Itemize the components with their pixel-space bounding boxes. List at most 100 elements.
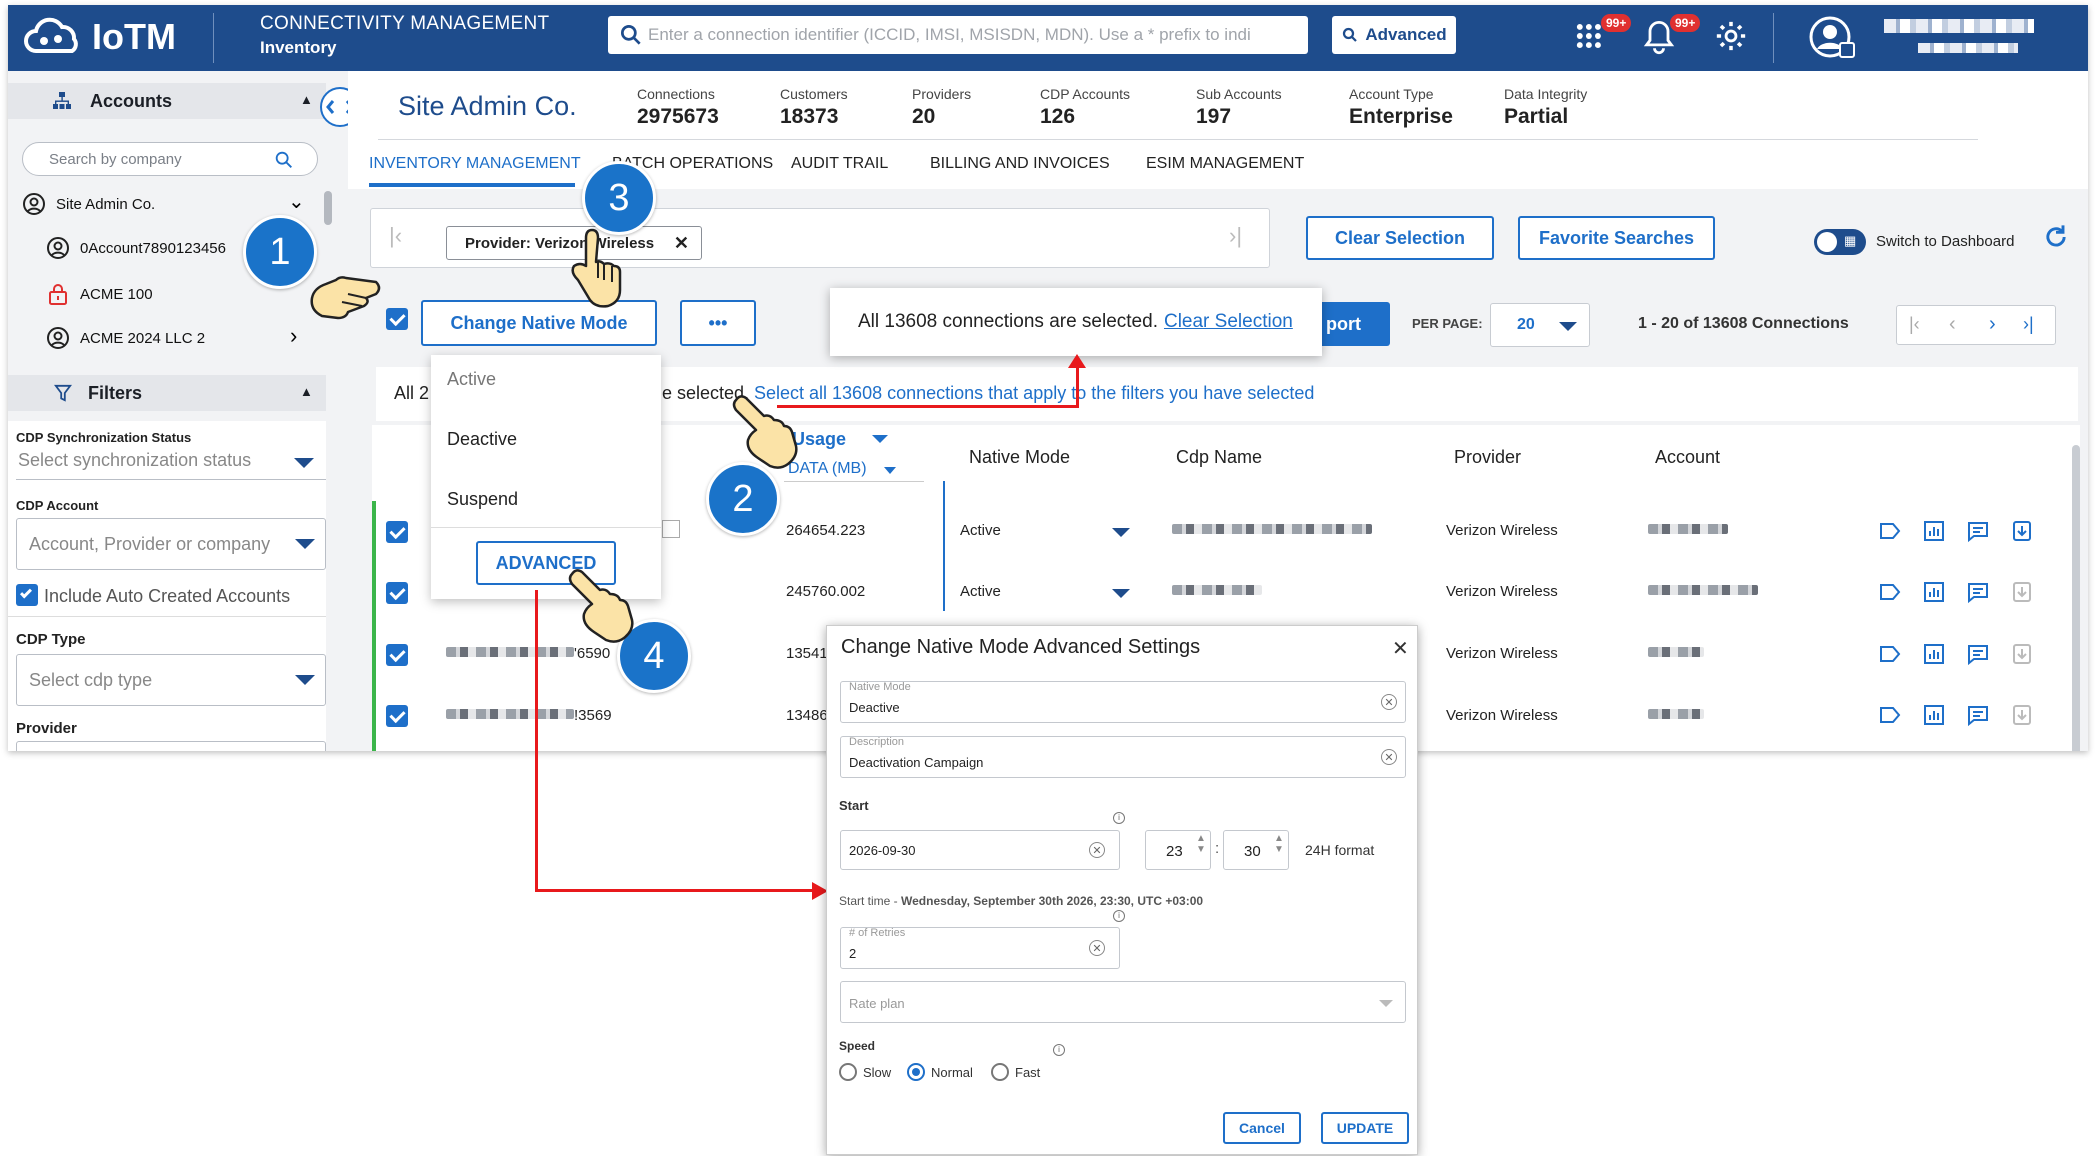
include-auto-checkbox[interactable] <box>16 584 38 606</box>
native-mode-cell[interactable]: Active <box>960 583 1001 600</box>
download-icon[interactable] <box>2010 519 2034 543</box>
hour-stepper[interactable]: 23 ▲ ▼ <box>1145 830 1211 870</box>
menu-item-suspend[interactable]: Suspend <box>447 489 518 510</box>
clear-icon[interactable]: ✕ <box>1089 842 1105 858</box>
close-icon[interactable]: ✕ <box>674 233 689 254</box>
sync-status-select[interactable]: Select synchronization status <box>16 450 326 480</box>
row-checkbox[interactable] <box>386 705 408 727</box>
info-icon[interactable]: i <box>1113 910 1125 922</box>
tab-esim-management[interactable]: ESIM MANAGEMENT <box>1146 155 1304 173</box>
download-icon[interactable] <box>2010 580 2034 604</box>
caret-down-icon[interactable] <box>1112 528 1130 537</box>
row-checkbox[interactable] <box>386 582 408 604</box>
column-native-mode[interactable]: Native Mode <box>969 447 1070 468</box>
close-icon[interactable]: ✕ <box>1392 636 1409 661</box>
tab-billing-invoices[interactable]: BILLING AND INVOICES <box>930 155 1110 173</box>
retries-field[interactable]: # of Retries 2 ✕ <box>840 927 1120 969</box>
advanced-search-button[interactable]: Advanced <box>1332 16 1456 54</box>
menu-item-deactive[interactable]: Deactive <box>447 429 517 450</box>
caret-down-icon[interactable] <box>1112 589 1130 598</box>
account-item-site-admin[interactable]: Site Admin Co. <box>22 192 155 216</box>
chevron-right-icon[interactable]: › <box>290 323 297 349</box>
clear-icon[interactable]: ✕ <box>1381 749 1397 765</box>
last-page-icon[interactable]: ›| <box>2023 314 2034 335</box>
description-field[interactable]: Description Deactivation Campaign ✕ <box>840 736 1406 778</box>
chart-icon[interactable] <box>1922 519 1946 543</box>
account-item-0account[interactable]: 0Account7890123456 <box>46 236 226 260</box>
copy-icon[interactable] <box>662 520 680 538</box>
account-item-acme-100[interactable]: ACME 100 <box>46 282 153 306</box>
clear-selection-button[interactable]: Clear Selection <box>1306 216 1494 260</box>
select-all-checkbox[interactable] <box>386 308 408 330</box>
collapse-up-icon[interactable]: ▲ <box>300 384 313 399</box>
per-page-select[interactable]: 20 <box>1490 303 1590 347</box>
info-icon[interactable]: i <box>1113 812 1125 824</box>
cdp-type-select[interactable]: Select cdp type <box>16 654 326 706</box>
message-icon[interactable] <box>1966 580 1990 604</box>
download-icon[interactable] <box>2010 642 2034 666</box>
cdp-account-select[interactable]: Account, Provider or company <box>16 518 326 570</box>
tag-icon[interactable] <box>1878 642 1902 666</box>
provider-select[interactable] <box>16 741 326 751</box>
dashboard-toggle[interactable]: ▦ <box>1814 229 1866 255</box>
company-search-input[interactable]: Search by company <box>22 142 318 176</box>
rate-plan-select[interactable]: Rate plan <box>840 981 1406 1023</box>
last-page-icon[interactable]: ›| <box>1229 223 1242 249</box>
collapse-up-icon[interactable]: ▲ <box>300 92 313 107</box>
account-item-acme-2024[interactable]: ACME 2024 LLC 2 <box>46 326 205 350</box>
row-checkbox[interactable] <box>386 521 408 543</box>
column-resize-handle[interactable] <box>943 481 945 611</box>
more-actions-button[interactable]: ••• <box>680 300 756 346</box>
tag-icon[interactable] <box>1878 703 1902 727</box>
stepper-icon[interactable]: ▲ ▼ <box>1196 833 1206 855</box>
start-date-field[interactable]: 2026-09-30 ✕ <box>840 830 1120 870</box>
cancel-button[interactable]: Cancel <box>1223 1112 1301 1144</box>
first-page-icon[interactable]: |‹ <box>1909 314 1920 335</box>
speed-normal-radio[interactable] <box>907 1063 925 1081</box>
refresh-icon[interactable] <box>2042 223 2070 251</box>
gear-icon[interactable] <box>1714 19 1750 55</box>
tab-audit-trail[interactable]: AUDIT TRAIL <box>791 155 888 173</box>
download-icon[interactable] <box>2010 703 2034 727</box>
connection-search-input[interactable]: Enter a connection identifier (ICCID, IM… <box>608 16 1308 54</box>
clear-icon[interactable]: ✕ <box>1089 940 1105 956</box>
minute-stepper[interactable]: 30 ▲ ▼ <box>1223 830 1289 870</box>
native-mode-cell[interactable]: Active <box>960 522 1001 539</box>
menu-item-active[interactable]: Active <box>447 369 496 390</box>
user-avatar-icon[interactable] <box>1808 13 1858 63</box>
chart-icon[interactable] <box>1922 580 1946 604</box>
caret-down-icon[interactable] <box>884 467 896 474</box>
column-account[interactable]: Account <box>1655 447 1720 468</box>
chart-icon[interactable] <box>1922 703 1946 727</box>
sidebar-scrollbar[interactable] <box>324 191 332 225</box>
brand-logo[interactable]: IoTM <box>22 13 192 61</box>
accounts-header[interactable]: Accounts ▲ <box>8 83 326 119</box>
favorite-searches-button[interactable]: Favorite Searches <box>1518 216 1715 260</box>
tab-inventory-management[interactable]: INVENTORY MANAGEMENT <box>369 155 581 173</box>
speed-fast-radio[interactable] <box>991 1063 1009 1081</box>
filters-header[interactable]: Filters ▲ <box>8 375 326 411</box>
speed-slow-radio[interactable] <box>839 1063 857 1081</box>
first-page-icon[interactable]: |‹ <box>389 223 402 249</box>
update-button[interactable]: UPDATE <box>1321 1112 1409 1144</box>
column-provider[interactable]: Provider <box>1454 447 1521 468</box>
message-icon[interactable] <box>1966 519 1990 543</box>
table-scrollbar[interactable] <box>2072 445 2080 751</box>
select-all-link[interactable]: Select all 13608 connections that apply … <box>754 383 1314 404</box>
chevron-down-icon[interactable]: ⌄ <box>288 189 305 214</box>
tag-icon[interactable] <box>1878 519 1902 543</box>
sort-down-icon[interactable] <box>872 435 888 443</box>
clear-icon[interactable]: ✕ <box>1381 694 1397 710</box>
native-mode-field[interactable]: Native Mode Deactive ✕ <box>840 681 1406 723</box>
column-cdp-name[interactable]: Cdp Name <box>1176 447 1262 468</box>
message-icon[interactable] <box>1966 703 1990 727</box>
notice-clear-link[interactable]: Clear Selection <box>1164 311 1293 333</box>
row-checkbox[interactable] <box>386 644 408 666</box>
prev-page-icon[interactable]: ‹ <box>1949 313 1956 336</box>
next-page-icon[interactable]: › <box>1989 313 1996 336</box>
info-icon[interactable]: i <box>1053 1044 1065 1056</box>
stepper-icon[interactable]: ▲ ▼ <box>1274 833 1284 855</box>
chart-icon[interactable] <box>1922 642 1946 666</box>
tag-icon[interactable] <box>1878 580 1902 604</box>
message-icon[interactable] <box>1966 642 1990 666</box>
